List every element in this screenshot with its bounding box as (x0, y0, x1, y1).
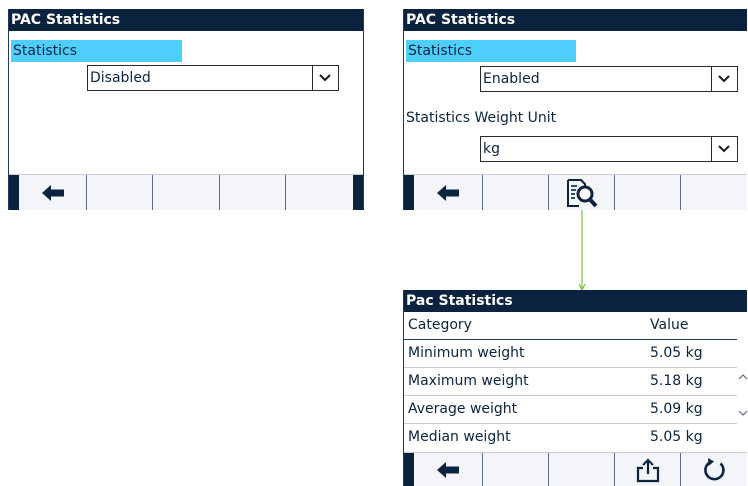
pac-statistics-screen-enabled: PAC Statistics Statistics Enabled Statis… (403, 9, 747, 210)
row-category: Maximum weight (408, 373, 529, 389)
softkey-2[interactable] (483, 175, 549, 210)
export-icon (636, 457, 659, 482)
softkey-5[interactable] (286, 175, 353, 210)
softkey-2[interactable] (87, 175, 153, 210)
table-header: Category Value (404, 312, 737, 340)
connector-arrow (578, 210, 586, 292)
softkey-back[interactable] (414, 175, 483, 210)
row-value: 5.05 kg (650, 345, 703, 361)
statistics-label: Statistics (406, 40, 576, 62)
row-value: 5.09 kg (650, 401, 703, 417)
scroll-up-icon[interactable] (737, 372, 747, 382)
left-arrow-icon (437, 461, 459, 478)
softkey-bar-left-edge (404, 453, 414, 486)
softkey-3[interactable] (153, 175, 220, 210)
screen-title: PAC Statistics (404, 9, 747, 31)
chevron-down-icon[interactable] (711, 137, 737, 161)
pac-statistics-screen-disabled: PAC Statistics Statistics Disabled (8, 9, 364, 210)
softkey-export[interactable] (615, 453, 681, 486)
reset-icon (703, 457, 725, 480)
softkey-bar-right-edge (353, 175, 363, 210)
softkey-back[interactable] (19, 175, 87, 210)
softkey-reset[interactable] (681, 453, 748, 486)
softkey-bar (404, 452, 747, 486)
row-category: Median weight (408, 429, 511, 445)
magnifier-report-icon (566, 178, 597, 207)
softkey-bar (9, 174, 363, 210)
softkey-back[interactable] (414, 453, 483, 486)
row-category: Minimum weight (408, 345, 525, 361)
table-row: Minimum weight 5.05 kg (404, 340, 737, 368)
row-category: Average weight (408, 401, 518, 417)
screen-title: PAC Statistics (9, 9, 363, 31)
chevron-down-icon[interactable] (711, 67, 737, 91)
softkey-3[interactable] (549, 453, 615, 486)
left-arrow-icon (41, 184, 64, 201)
statistics-weight-unit-label: Statistics Weight Unit (406, 110, 557, 126)
pac-statistics-results-screen: Pac Statistics Category Value Minimum we… (403, 290, 747, 486)
screen-title: Pac Statistics (404, 290, 747, 312)
statistics-dropdown-value: Enabled (483, 71, 540, 87)
statistics-label: Statistics (11, 40, 182, 62)
table-row: Median weight 5.05 kg (404, 424, 737, 452)
table-row: Maximum weight 5.18 kg (404, 368, 737, 396)
statistics-dropdown[interactable]: Disabled (87, 65, 339, 91)
softkey-view-statistics[interactable] (549, 175, 615, 210)
left-arrow-icon (437, 184, 459, 201)
softkey-2[interactable] (483, 453, 549, 486)
softkey-bar-left-edge (9, 175, 19, 210)
column-header-value: Value (650, 317, 689, 333)
scroll-down-icon[interactable] (737, 408, 747, 418)
column-header-category: Category (408, 317, 472, 333)
weight-unit-dropdown-value: kg (483, 141, 500, 157)
softkey-4[interactable] (615, 175, 681, 210)
statistics-dropdown-value: Disabled (90, 70, 151, 86)
softkey-5[interactable] (681, 175, 748, 210)
row-value: 5.18 kg (650, 373, 703, 389)
row-value: 5.05 kg (650, 429, 703, 445)
statistics-dropdown[interactable]: Enabled (480, 66, 738, 92)
softkey-bar-left-edge (404, 175, 414, 210)
table-row: Average weight 5.09 kg (404, 396, 737, 424)
softkey-bar (404, 174, 747, 210)
chevron-down-icon[interactable] (312, 66, 338, 90)
softkey-4[interactable] (220, 175, 286, 210)
weight-unit-dropdown[interactable]: kg (480, 136, 738, 162)
